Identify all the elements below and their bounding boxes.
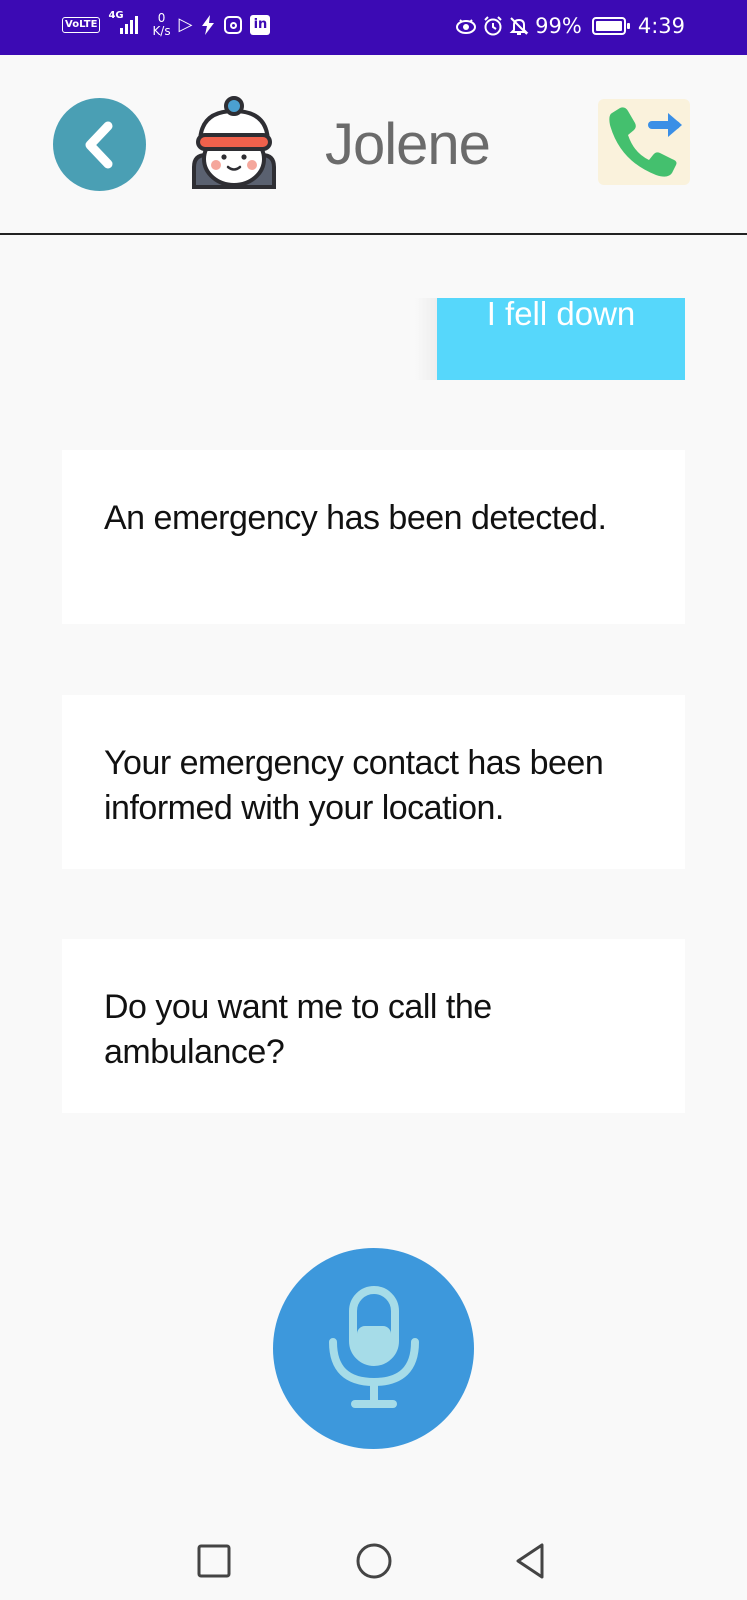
battery-percent: 99% bbox=[535, 14, 582, 38]
bot-message-card: Your emergency contact has been informed… bbox=[62, 695, 685, 869]
home-icon bbox=[356, 1543, 392, 1579]
status-bar: VoLTE 4G 0 K/s ▷ in 99% 4:39 bbox=[0, 0, 747, 55]
user-message-text: I fell down bbox=[486, 295, 636, 332]
microphone-icon bbox=[328, 1285, 419, 1408]
bot-message-text: Do you want me to call the ambulance? bbox=[104, 988, 492, 1071]
back-button[interactable] bbox=[53, 98, 146, 191]
clock: 4:39 bbox=[637, 14, 685, 38]
bot-message-text: An emergency has been detected. bbox=[104, 499, 607, 537]
instagram-icon bbox=[224, 16, 243, 34]
status-right: 99% 4:39 bbox=[455, 14, 685, 38]
network-speed: 0 K/s bbox=[152, 12, 170, 38]
system-nav-bar bbox=[0, 1515, 747, 1600]
bot-message-card: Do you want me to call the ambulance? bbox=[62, 939, 685, 1113]
nav-back-button[interactable] bbox=[512, 1541, 552, 1581]
contact-name: Jolene bbox=[325, 112, 491, 177]
bot-message-card: An emergency has been detected. bbox=[62, 450, 685, 624]
flash-icon bbox=[202, 15, 215, 35]
recents-button[interactable] bbox=[194, 1541, 234, 1581]
bell-off-icon bbox=[509, 17, 529, 35]
linkedin-icon: in bbox=[250, 15, 271, 35]
call-forward-icon bbox=[598, 99, 690, 185]
screen: VoLTE 4G 0 K/s ▷ in 99% 4:39 Jolene I fe… bbox=[0, 0, 747, 1600]
avatar bbox=[192, 96, 276, 189]
back-icon bbox=[516, 1543, 544, 1579]
chevron-left-icon bbox=[85, 121, 112, 168]
play-store-icon: ▷ bbox=[178, 14, 193, 35]
home-button[interactable] bbox=[354, 1541, 394, 1581]
status-left: VoLTE 4G 0 K/s ▷ in bbox=[62, 10, 271, 38]
speed-unit: K/s bbox=[152, 24, 171, 38]
microphone-button[interactable] bbox=[273, 1248, 474, 1449]
volte-badge: VoLTE bbox=[62, 17, 101, 33]
call-forward-button[interactable] bbox=[598, 95, 694, 191]
eye-icon bbox=[456, 19, 477, 34]
signal-icon: 4G bbox=[108, 10, 144, 38]
bot-message-text: Your emergency contact has been informed… bbox=[104, 744, 604, 827]
header-divider bbox=[0, 233, 747, 235]
user-message-bubble: I fell down bbox=[415, 295, 685, 380]
alarm-icon bbox=[484, 16, 502, 36]
chat-header: Jolene bbox=[0, 55, 747, 235]
recents-icon bbox=[197, 1544, 231, 1578]
battery-icon bbox=[591, 17, 630, 35]
